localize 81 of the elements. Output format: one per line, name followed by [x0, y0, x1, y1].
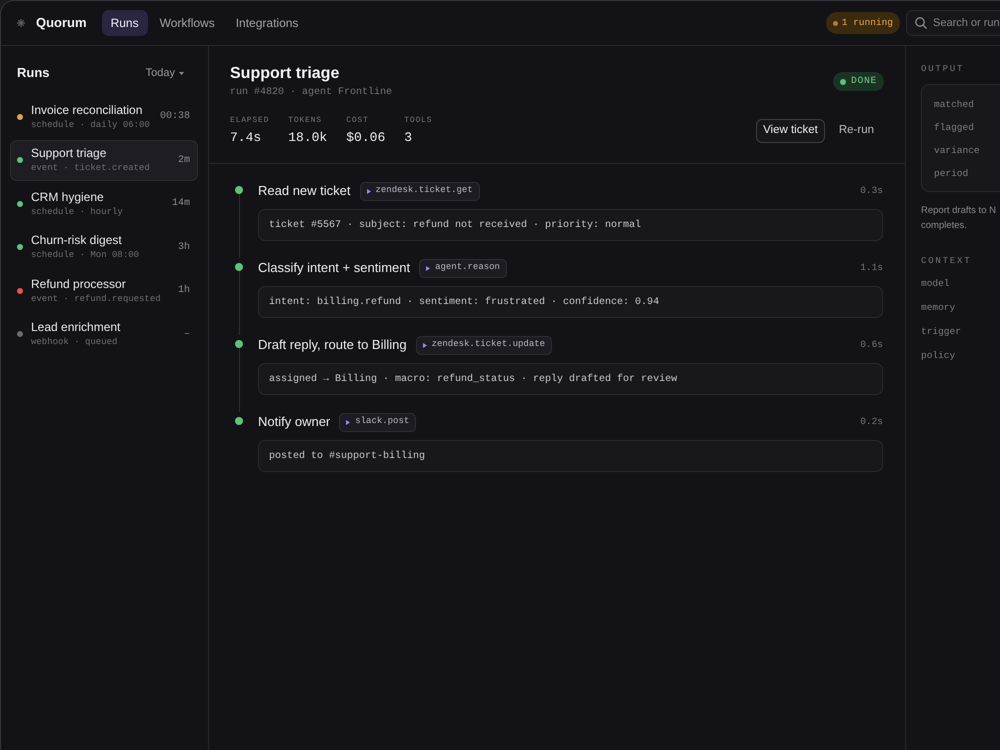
dot-icon — [840, 78, 846, 84]
step-duration: 1.1s — [860, 260, 883, 275]
play-icon — [346, 420, 350, 424]
section-label: CONTEXT — [921, 255, 972, 267]
tool-name: zendesk.ticket.get — [376, 184, 473, 198]
sidebar-title: Runs — [17, 64, 50, 82]
note-text: Report drafts to N completes. — [921, 204, 997, 233]
stat-value: 7.4s — [230, 129, 262, 147]
run-duration: 3h — [178, 240, 190, 254]
run-trigger: schedule · Mon 08:00 — [31, 249, 140, 261]
run-list-item[interactable]: CRM hygiene schedule · hourly 14m — [10, 183, 198, 224]
stat-value: $0.06 — [346, 129, 386, 147]
run-trigger: webhook · queued — [31, 336, 118, 348]
asterisk-icon — [17, 19, 25, 27]
status-label: DONE — [851, 74, 877, 88]
run-trigger: event · ticket.created — [31, 162, 151, 174]
stat-label: TOOLS — [404, 115, 432, 127]
run-name: Lead enrichment — [31, 320, 122, 335]
play-icon — [366, 188, 370, 194]
step-duration: 0.2s — [860, 414, 883, 429]
output-key: matched — [934, 98, 1000, 112]
context-key: trigger — [921, 325, 1000, 339]
step-output: assigned → Billing · macro: refund_status · reply drafted for review — [258, 363, 883, 395]
nav-tab[interactable]: Runs — [102, 10, 148, 36]
run-list-item[interactable]: Lead enrichment webhook · queued – — [10, 314, 198, 354]
run-duration: 2m — [178, 154, 190, 168]
run-duration: – — [184, 328, 190, 342]
stat-label: COST — [346, 115, 370, 127]
step-duration: 0.6s — [860, 338, 883, 352]
output-key: variance — [934, 144, 1000, 158]
tool-name: agent.reason — [435, 261, 500, 274]
nav-tab[interactable]: Integrations — [226, 10, 308, 36]
step-output: ticket #5567 · subject: refund not received · priority: normal — [258, 209, 883, 241]
play-icon — [426, 266, 430, 270]
action-button[interactable]: View ticket — [756, 119, 825, 143]
run-name: Refund processor — [31, 276, 127, 292]
step-title: Read new ticket — [258, 182, 350, 200]
run-trigger: event · refund.requested — [31, 292, 162, 304]
output-key: flagged — [934, 121, 1000, 135]
run-duration: 14m — [172, 197, 190, 211]
stat-label: ELAPSED — [230, 115, 270, 127]
run-list-item[interactable]: Churn-risk digest schedule · Mon 08:00 3h — [10, 226, 198, 268]
filter-dropdown[interactable]: Today — [146, 64, 184, 82]
tool-name: slack.post — [355, 415, 410, 428]
step-title: Notify owner — [258, 413, 330, 432]
output-key: period — [934, 167, 1000, 181]
stat-label: TOKENS — [288, 115, 323, 127]
dot-icon — [832, 20, 838, 26]
step-title: Draft reply, route to Billing — [258, 336, 407, 354]
run-name: Churn-risk digest — [31, 233, 123, 248]
tool-name: zendesk.ticket.update — [432, 338, 546, 352]
context-key: memory — [921, 301, 1000, 315]
context-key: policy — [921, 349, 1000, 363]
run-name: CRM hygiene — [31, 190, 105, 204]
step-title: Classify intent + sentiment — [258, 259, 410, 278]
run-trigger: schedule · daily 06:00 — [31, 118, 151, 130]
run-list-item[interactable]: Invoice reconciliation schedule · daily 06:00 00:38 — [10, 96, 198, 137]
stat-value: 3 — [404, 129, 414, 147]
context-key: model — [921, 277, 1000, 291]
step-output: intent: billing.refund · sentiment: frustrated · confidence: 0.94 — [258, 286, 883, 318]
run-name: Invoice reconciliation — [31, 102, 144, 118]
section-label: OUTPUT — [921, 63, 966, 75]
run-meta: run #4820 · agent Frontline — [230, 86, 392, 100]
search-field[interactable]: Search or run — [906, 10, 1000, 36]
nav-tab[interactable]: Workflows — [150, 10, 224, 36]
badge-label: 1 running — [842, 16, 893, 30]
run-duration: 1h — [178, 284, 190, 298]
run-name: Support triage — [31, 146, 108, 161]
search-icon — [915, 17, 927, 29]
app-name: Quorum — [36, 14, 87, 32]
caret-icon — [179, 72, 184, 74]
run-list-item[interactable]: Support triage event · ticket.created 2m — [10, 140, 198, 180]
stat-value: 18.0k — [288, 129, 328, 147]
step-duration: 0.3s — [860, 184, 883, 198]
play-icon — [422, 342, 427, 348]
run-title: Support triage — [230, 64, 340, 84]
step-output: posted to #support-billing — [258, 440, 883, 472]
run-duration: 00:38 — [160, 110, 190, 124]
run-trigger: schedule · hourly — [31, 206, 124, 218]
run-list-item[interactable]: Refund processor event · refund.requested 1h — [10, 270, 198, 311]
action-button[interactable]: Re-run — [828, 119, 884, 143]
